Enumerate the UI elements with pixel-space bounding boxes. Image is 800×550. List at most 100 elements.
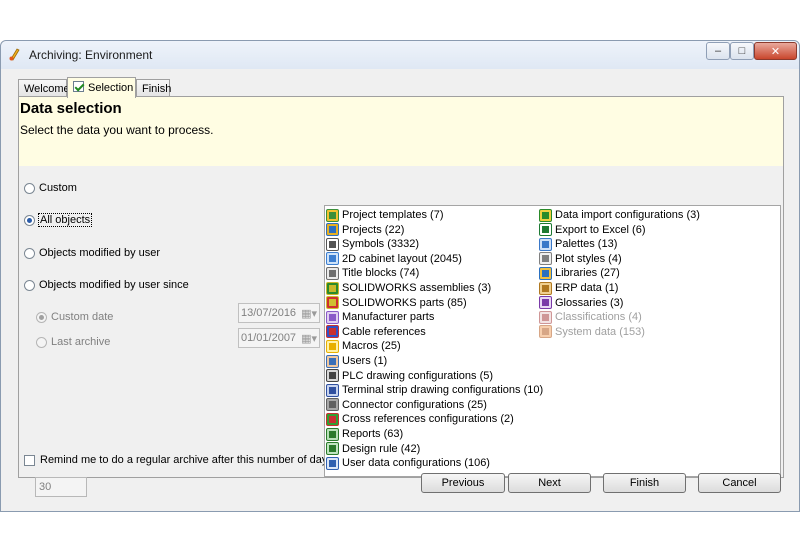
option-custom-label: Custom xyxy=(39,182,77,194)
list-item[interactable]: 2D cabinet layout (2045) xyxy=(326,252,462,266)
list-item[interactable]: Glossaries (3) xyxy=(539,296,623,310)
title-bar: Archiving: Environment – □ ✕ xyxy=(1,41,799,69)
option-custom-date-label: Custom date xyxy=(51,311,114,323)
option-last-archive-label: Last archive xyxy=(51,336,111,348)
classifications-icon xyxy=(539,310,552,324)
next-button[interactable]: Next xyxy=(508,473,591,493)
list-item[interactable]: Cross references configurations (2) xyxy=(326,412,514,426)
list-item-label: Classifications (4) xyxy=(555,311,642,324)
option-all-objects[interactable]: All objects xyxy=(24,213,93,227)
projects-icon xyxy=(326,223,339,237)
list-item[interactable]: Data import configurations (3) xyxy=(539,208,700,222)
list-item-label: Cable references xyxy=(342,325,426,338)
radio-modified-since[interactable] xyxy=(24,279,35,291)
list-item-label: Projects (22) xyxy=(342,223,405,236)
tab-finish[interactable]: Finish xyxy=(136,79,171,97)
list-item[interactable]: Cable references xyxy=(326,325,426,339)
option-custom[interactable]: Custom xyxy=(24,182,77,194)
list-item-label: Glossaries (3) xyxy=(555,296,624,309)
last-archive-date-picker[interactable]: 01/01/2007 ▦▾ xyxy=(238,328,320,348)
project-templates-icon xyxy=(326,208,339,222)
finish-button[interactable]: Finish xyxy=(603,473,686,493)
list-item[interactable]: User data configurations (106) xyxy=(326,456,490,470)
calendar-dropdown-icon[interactable]: ▦▾ xyxy=(301,307,317,320)
list-item[interactable]: Design rule (42) xyxy=(326,442,420,456)
radio-last-archive[interactable] xyxy=(36,336,47,348)
page-subtitle: Select the data you want to process. xyxy=(20,123,214,137)
custom-date-picker[interactable]: 13/07/2016 ▦▾ xyxy=(238,303,320,323)
list-item-label: ERP data (1) xyxy=(555,282,619,294)
list-item[interactable]: Project templates (7) xyxy=(326,208,443,222)
list-item[interactable]: Reports (63) xyxy=(326,427,403,441)
tab-selection[interactable]: Selection xyxy=(67,77,136,98)
list-item[interactable]: Macros (25) xyxy=(326,339,401,353)
option-modified-by-user[interactable]: Objects modified by user xyxy=(24,247,160,259)
radio-custom[interactable] xyxy=(24,182,35,194)
solidworks-assembly-icon xyxy=(326,281,339,295)
palettes-icon xyxy=(539,237,552,251)
option-modified-since-label: Objects modified by user since xyxy=(39,279,189,291)
list-item[interactable]: Users (1) xyxy=(326,354,387,368)
tab-selection-label: Selection xyxy=(88,82,134,94)
option-all-objects-label: All objects xyxy=(37,213,93,227)
list-item-label: Connector configurations (25) xyxy=(342,398,487,411)
option-custom-date[interactable]: Custom date xyxy=(36,311,113,323)
cancel-button[interactable]: Cancel xyxy=(698,473,781,493)
list-item[interactable]: Plot styles (4) xyxy=(539,252,622,266)
maximize-button[interactable]: □ xyxy=(730,42,754,60)
radio-modified-by-user[interactable] xyxy=(24,247,35,259)
solidworks-part-icon xyxy=(326,296,339,310)
list-item[interactable]: Projects (22) xyxy=(326,223,404,237)
cable-references-icon xyxy=(326,325,339,339)
tab-welcome-label: Welcome xyxy=(24,83,70,95)
list-item[interactable]: Palettes (13) xyxy=(539,237,617,251)
list-item[interactable]: SOLIDWORKS assemblies (3) xyxy=(326,281,491,295)
users-icon xyxy=(326,354,339,368)
data-import-icon xyxy=(539,208,552,222)
list-item-label: Terminal strip drawing configurations (1… xyxy=(342,384,544,397)
header-band: Data selection Select the data you want … xyxy=(19,97,783,166)
option-modified-since[interactable]: Objects modified by user since xyxy=(24,279,189,291)
list-item[interactable]: ERP data (1) xyxy=(539,281,618,295)
list-item-label: Export to Excel (6) xyxy=(555,223,646,236)
terminal-strip-icon xyxy=(326,383,339,397)
list-item-label: System data (153) xyxy=(555,325,645,338)
user-data-icon xyxy=(326,456,339,470)
reports-icon xyxy=(326,427,339,441)
list-item[interactable]: Title blocks (74) xyxy=(326,266,419,280)
tab-welcome[interactable]: Welcome xyxy=(18,79,70,97)
minimize-button[interactable]: – xyxy=(706,42,730,60)
calendar-dropdown-icon[interactable]: ▦▾ xyxy=(301,332,317,345)
reminder-checkbox[interactable] xyxy=(24,454,35,466)
list-item[interactable]: Manufacturer parts xyxy=(326,310,434,324)
cross-references-icon xyxy=(326,412,339,426)
previous-button[interactable]: Previous xyxy=(421,473,505,493)
reminder-option[interactable]: Remind me to do a regular archive after … xyxy=(24,454,336,466)
checkmark-icon xyxy=(73,81,84,92)
reminder-days-input[interactable]: 30 xyxy=(35,477,87,497)
list-item[interactable]: Libraries (27) xyxy=(539,266,620,280)
radio-custom-date[interactable] xyxy=(36,311,47,323)
list-item[interactable]: PLC drawing configurations (5) xyxy=(326,369,493,383)
symbols-icon xyxy=(326,237,339,251)
list-item-label: Plot styles (4) xyxy=(555,252,622,265)
list-item-label: Design rule (42) xyxy=(342,442,421,455)
list-item[interactable]: Connector configurations (25) xyxy=(326,398,487,412)
selection-panel: Data selection Select the data you want … xyxy=(18,96,784,497)
list-item[interactable]: Classifications (4) xyxy=(539,310,642,324)
list-item-label: Palettes (13) xyxy=(555,238,618,251)
data-type-list[interactable]: Project templates (7) Projects (22) Symbol… xyxy=(324,205,781,477)
cabinet-layout-icon xyxy=(326,252,339,266)
archiving-dialog: Archiving: Environment – □ ✕ Welcome Sel… xyxy=(0,40,800,512)
glossaries-icon xyxy=(539,296,552,310)
list-item[interactable]: Terminal strip drawing configurations (1… xyxy=(326,383,543,397)
option-last-archive[interactable]: Last archive xyxy=(36,336,110,348)
erp-data-icon xyxy=(539,281,552,295)
close-button[interactable]: ✕ xyxy=(754,42,797,60)
list-item[interactable]: Symbols (3332) xyxy=(326,237,419,251)
list-item[interactable]: Export to Excel (6) xyxy=(539,223,645,237)
list-item[interactable]: System data (153) xyxy=(539,325,645,339)
list-item-label: Symbols (3332) xyxy=(342,238,420,251)
list-item[interactable]: SOLIDWORKS parts (85) xyxy=(326,296,467,310)
radio-all-objects[interactable] xyxy=(24,214,35,226)
